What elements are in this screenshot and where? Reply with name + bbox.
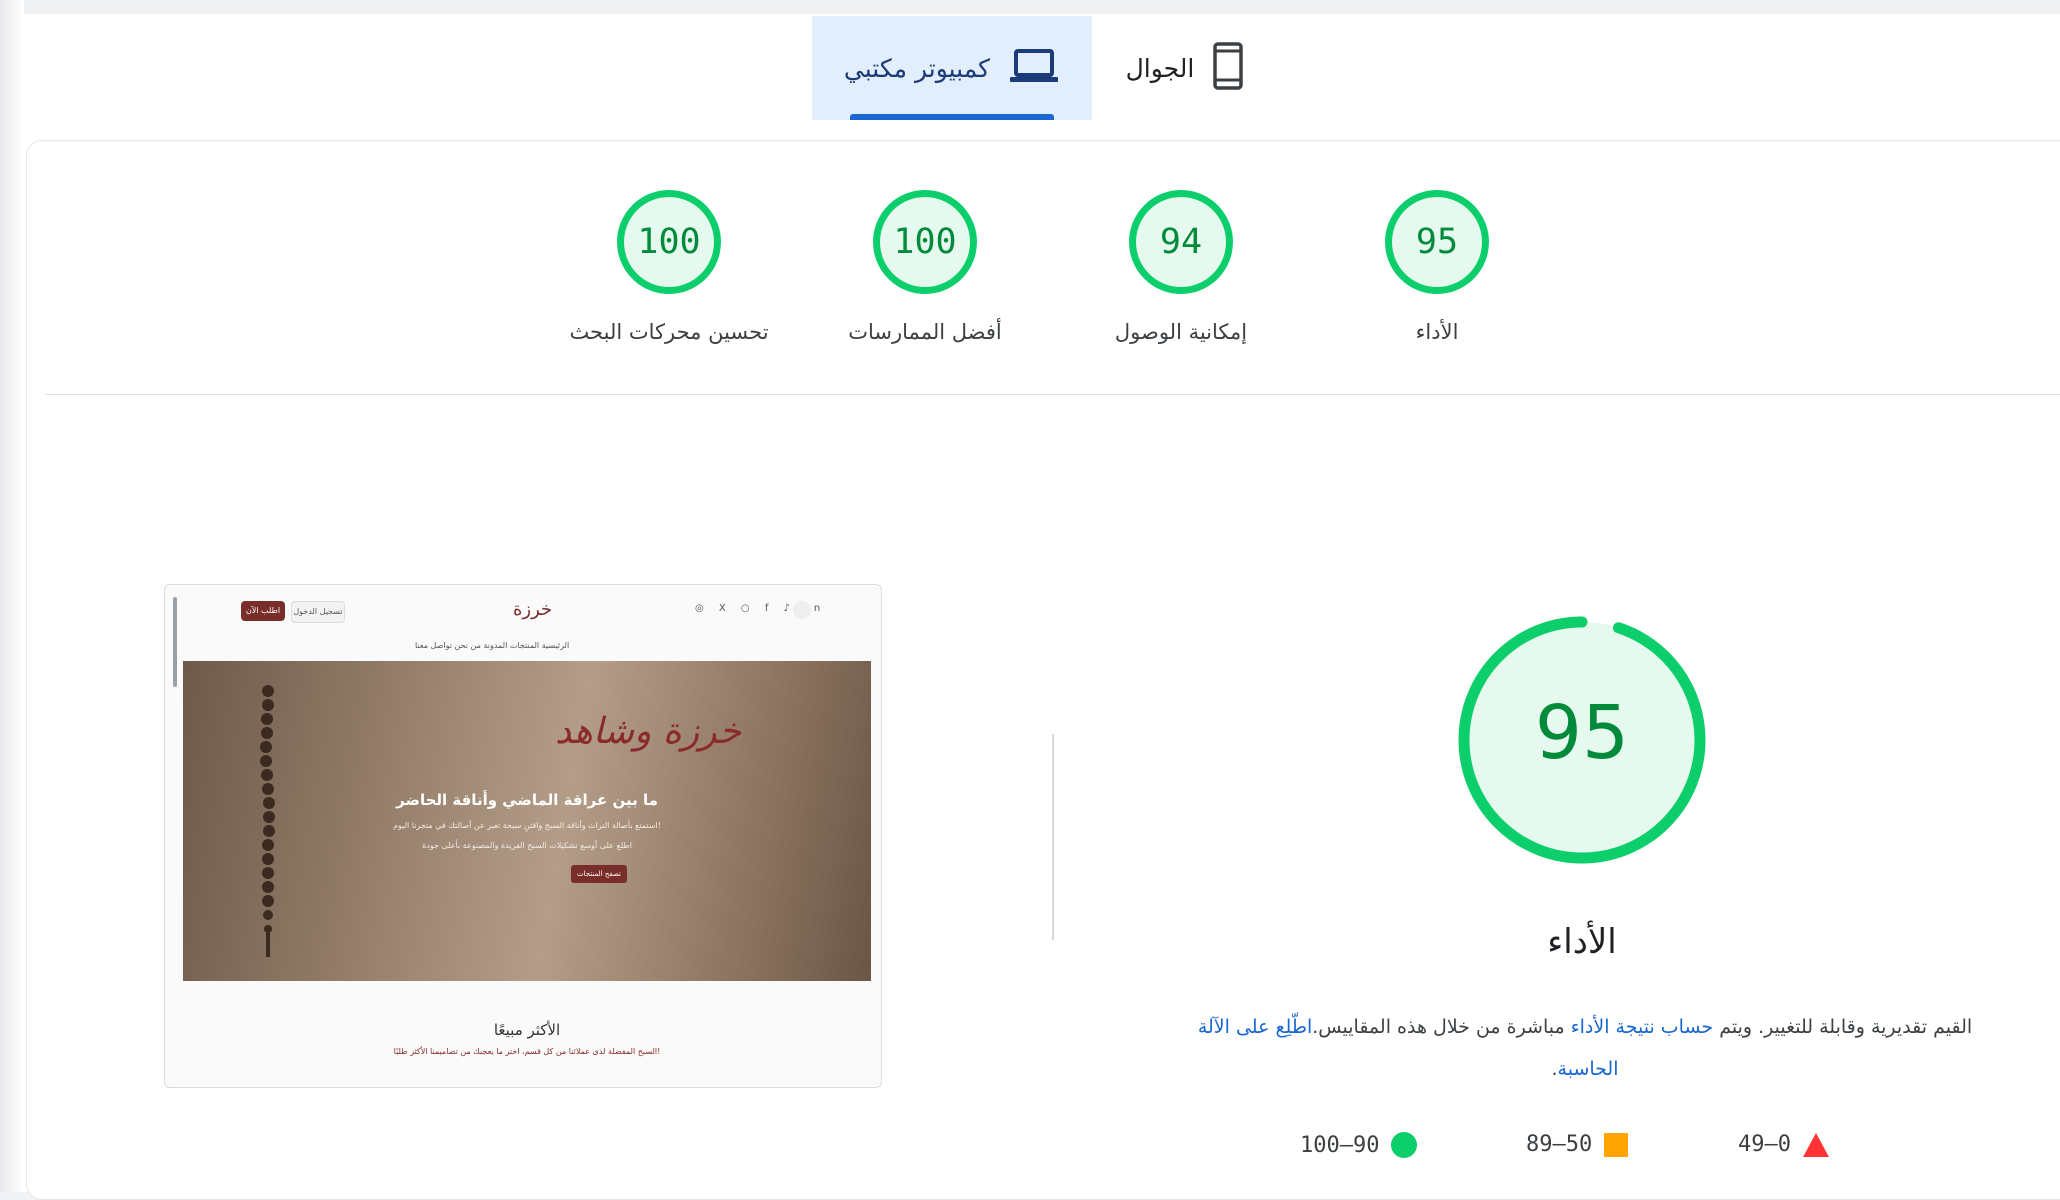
score-title: أفضل الممارسات (848, 320, 1002, 344)
active-tab-indicator (850, 114, 1054, 120)
legend-pass-range: 100–90 (1300, 1132, 1380, 1158)
performance-score-value: 95 (1534, 690, 1630, 776)
report-frame: كمبيوتر مكتبي الجوال 95 الأداء 94 إمكاني… (0, 0, 2060, 1200)
gauge-accessibility[interactable]: 94 إمكانية الوصول (1066, 190, 1296, 370)
thumbnail-hero-line: استمتع بأصالة التراث وأناقة السبح واقتنِ… (393, 821, 661, 830)
score-value: 100 (893, 222, 957, 262)
thumbnail-hero: خرزة وشاهد ما بين عراقة الماضي وأناقة ال… (183, 661, 871, 981)
circle-icon (1391, 1132, 1418, 1158)
thumbnail-login-button: تسجيل الدخول (291, 601, 345, 623)
tab-mobile[interactable]: الجوال (1100, 16, 1270, 120)
score-ring: 95 (1385, 190, 1489, 294)
calc-score-link[interactable]: حساب نتيجة الأداء (1571, 1016, 1713, 1038)
thumbnail-section-title: الأكثر مبيعًا (493, 1021, 561, 1039)
thumbnail-section-subtitle: السبح المفضلة لدى عملائنا من كل قسم، اخت… (393, 1047, 661, 1056)
legend-average-range: 89–50 (1526, 1132, 1593, 1157)
thumbnail-menu: الرئيسية المنتجات المدونة من نحن تواصل م… (415, 641, 570, 650)
thumbnail-order-button: اطلب الآن (241, 601, 285, 621)
square-icon (1604, 1132, 1629, 1157)
gauge-seo[interactable]: 100 تحسين محركات البحث (554, 190, 784, 370)
gauge-performance[interactable]: 95 الأداء (1322, 190, 1552, 370)
vertical-separator (1052, 734, 1054, 940)
score-title: الأداء (1415, 320, 1459, 344)
triangle-icon (1802, 1132, 1829, 1157)
search-icon (793, 601, 811, 619)
tab-mobile-label: الجوال (1125, 53, 1195, 83)
legend-fail-range: 49–0 (1738, 1132, 1791, 1157)
score-value: 100 (637, 222, 701, 262)
tab-desktop-label: كمبيوتر مكتبي (843, 53, 991, 83)
tab-desktop[interactable]: كمبيوتر مكتبي (812, 16, 1092, 120)
score-ring: 100 (873, 190, 977, 294)
section-divider (45, 394, 2060, 395)
thumbnail-navbar: اطلب الآن تسجيل الدخول خرزة ◎ X ○ f ♪ in (183, 599, 863, 629)
gauge-best-practices[interactable]: 100 أفضل الممارسات (810, 190, 1040, 370)
score-title: إمكانية الوصول (1114, 320, 1248, 344)
thumbnail-hero-line: اطلع على أوسع تشكيلات السبح الفريدة والم… (422, 841, 632, 850)
performance-title: الأداء (1547, 922, 1617, 962)
desc-text: مباشرة من خلال هذه المقاييس. (1312, 1016, 1571, 1038)
left-edge-shadow (0, 0, 24, 1192)
score-ring: 94 (1129, 190, 1233, 294)
top-strip (0, 0, 2060, 14)
score-ring: 100 (617, 190, 721, 294)
thumbnail-hero-title: ما بين عراقة الماضي وأناقة الحاضر (396, 791, 658, 809)
legend-fail: 49–0 (1738, 1132, 1829, 1157)
thumbnail-scrollbar (173, 597, 177, 687)
score-title: تحسين محركات البحث (569, 320, 769, 344)
score-value: 95 (1415, 222, 1459, 262)
performance-description: القيم تقديرية وقابلة للتغيير. ويتم حساب … (1190, 1006, 1980, 1090)
thumbnail-hero-button: تصفح المنتجات (571, 865, 627, 883)
legend-average: 89–50 (1526, 1132, 1629, 1157)
thumbnail-hero-script: خرزة وشاهد (555, 711, 742, 752)
legend-pass: 100–90 (1300, 1132, 1418, 1158)
phone-icon (1212, 42, 1244, 94)
score-value: 94 (1159, 222, 1203, 262)
thumbnail-logo: خرزة (513, 599, 553, 620)
final-screenshot[interactable]: اطلب الآن تسجيل الدخول خرزة ◎ X ○ f ♪ in… (164, 584, 882, 1088)
desc-text: القيم تقديرية وقابلة للتغيير. ويتم (1713, 1016, 1973, 1038)
laptop-icon (1008, 47, 1060, 89)
